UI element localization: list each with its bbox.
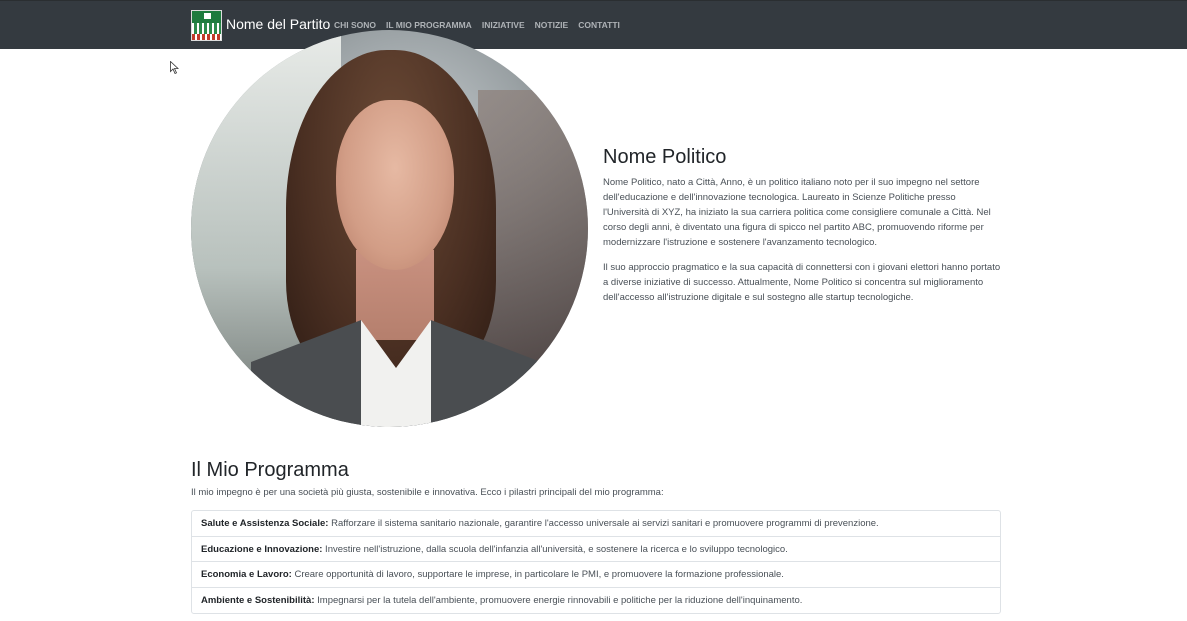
about-section: Nome Politico Nome Politico, nato a Citt… — [603, 146, 1003, 315]
program-item-text: Creare opportunità di lavoro, supportare… — [291, 569, 784, 580]
program-item-title: Ambiente e Sostenibilità: — [201, 594, 315, 606]
program-item-title: Educazione e Innovazione: — [201, 543, 323, 555]
program-item-title: Economia e Lavoro: — [201, 569, 292, 580]
nav-link-chi-sono[interactable]: CHI SONO — [334, 20, 376, 30]
program-item-text: Investire nell'istruzione, dalla scuola … — [322, 543, 788, 555]
nav-link-contatti[interactable]: CONTATTI — [578, 20, 620, 30]
program-list: Salute e Assistenza Sociale: Rafforzare … — [191, 510, 1001, 614]
program-item: Ambiente e Sostenibilità: Impegnarsi per… — [192, 588, 1000, 614]
nav-link-notizie[interactable]: NOTIZIE — [535, 20, 569, 30]
nav-link-iniziative[interactable]: INIZIATIVE — [482, 20, 525, 30]
program-item: Educazione e Innovazione: Investire nell… — [192, 537, 1000, 562]
nav-link-programma[interactable]: IL MIO PROGRAMMA — [386, 20, 472, 30]
mouse-cursor-icon — [170, 61, 179, 74]
program-item-text: Rafforzare il sistema sanitario nazional… — [328, 518, 879, 529]
politician-portrait — [191, 30, 588, 427]
program-item-title: Salute e Assistenza Sociale: — [201, 518, 329, 529]
nav-links: CHI SONO IL MIO PROGRAMMA INIZIATIVE NOT… — [334, 20, 630, 30]
program-title: Il Mio Programma — [191, 459, 349, 481]
program-item: Salute e Assistenza Sociale: Rafforzare … — [192, 511, 1000, 537]
program-intro: Il mio impegno è per una società più giu… — [191, 487, 664, 498]
politician-name: Nome Politico — [603, 146, 727, 168]
bio-paragraph: Il suo approccio pragmatico e la sua cap… — [603, 262, 1001, 303]
bio-paragraph: Nome Politico, nato a Città, Anno, è un … — [603, 177, 991, 248]
program-section: Il Mio Programma Il mio impegno è per un… — [191, 459, 1001, 614]
program-item-text: Impegnarsi per la tutela dell'ambiente, … — [314, 594, 803, 606]
top-navbar: Nome del Partito CHI SONO IL MIO PROGRAM… — [0, 0, 1187, 49]
program-item: Economia e Lavoro: Creare opportunità di… — [192, 562, 1000, 588]
